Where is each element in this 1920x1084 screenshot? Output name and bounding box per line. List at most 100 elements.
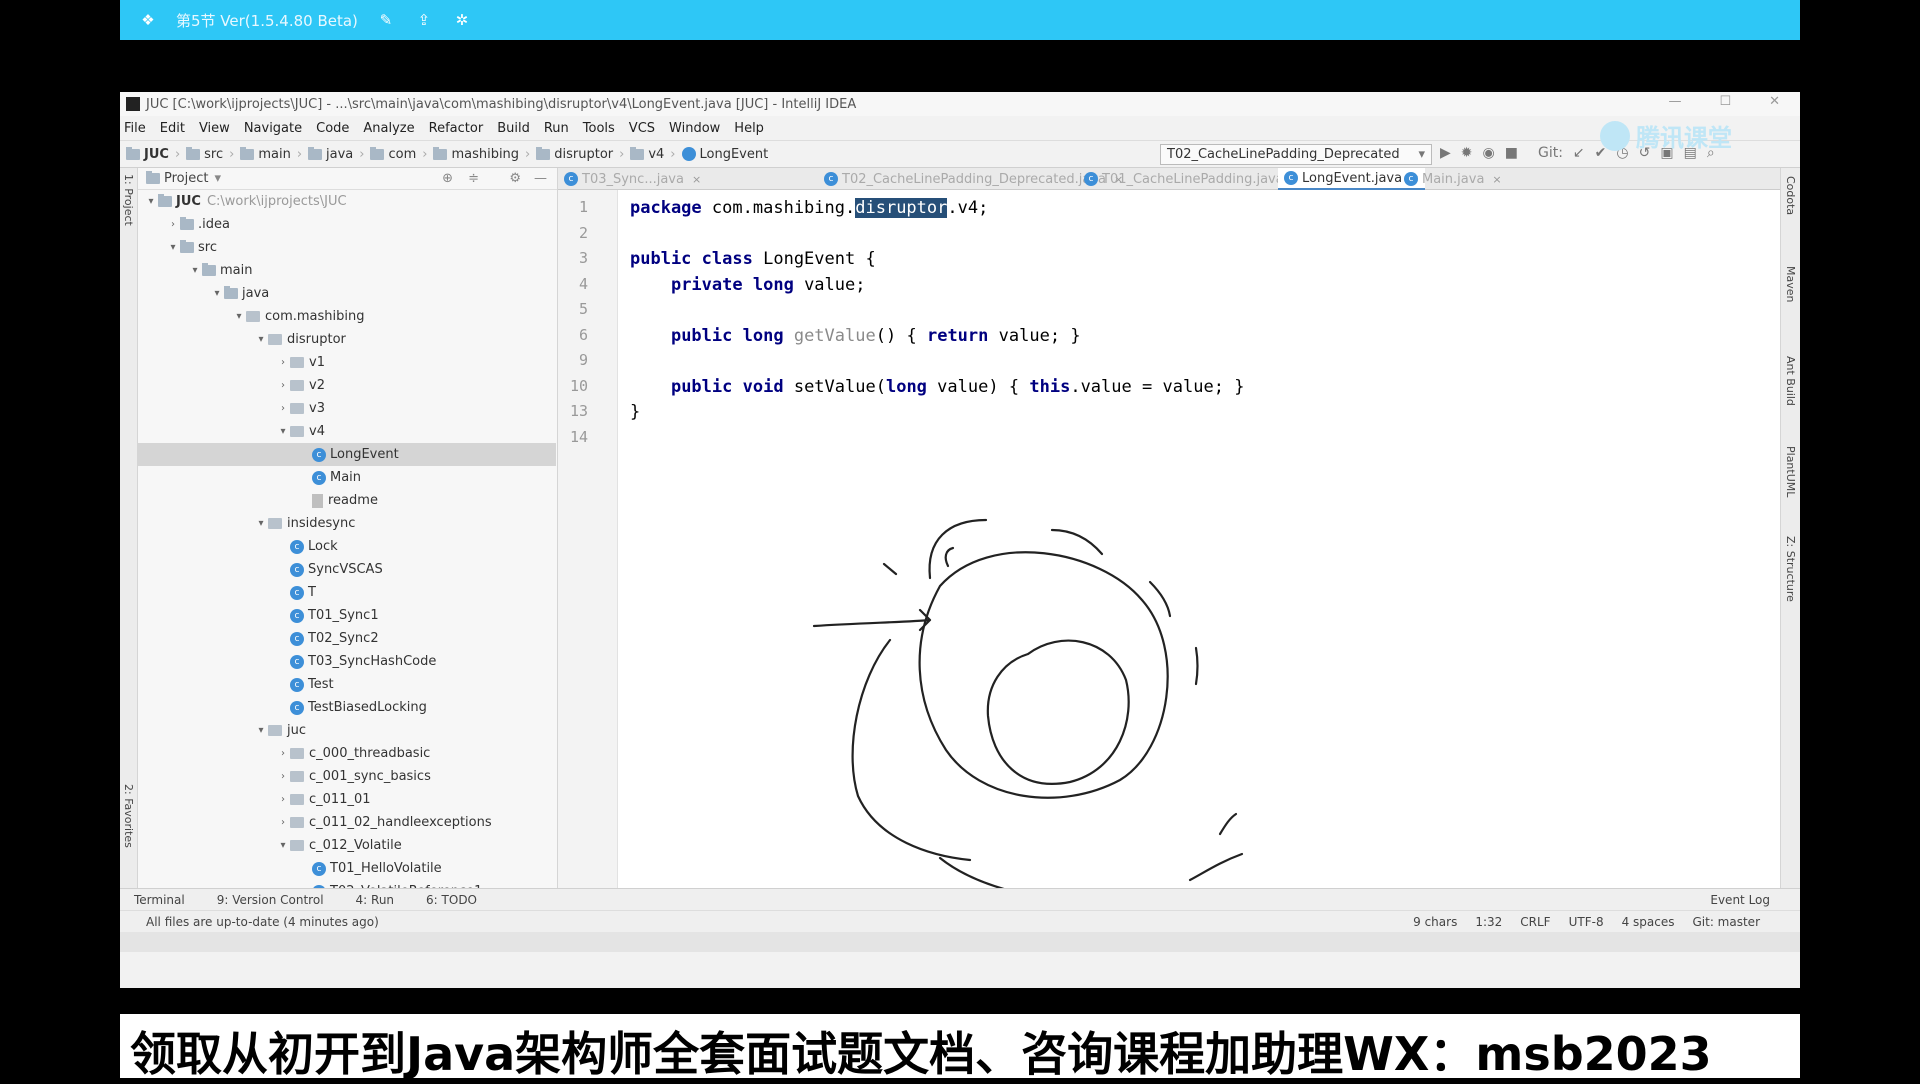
right-tool-button[interactable]: Ant Build bbox=[1784, 356, 1797, 406]
app-icon[interactable]: ❖ bbox=[138, 10, 158, 30]
menu-item[interactable]: Analyze bbox=[363, 121, 414, 136]
status-indent[interactable]: 4 spaces bbox=[1622, 915, 1675, 929]
chevron-right-icon[interactable]: › bbox=[276, 794, 290, 805]
tree-item[interactable]: ▾ main bbox=[138, 259, 556, 282]
tree-item[interactable]: ▾ src bbox=[138, 236, 556, 259]
editor-tab[interactable]: c T03_Sync...java × bbox=[558, 168, 707, 190]
breadcrumb-item[interactable]: mashibing › bbox=[433, 146, 530, 162]
right-tool-button[interactable]: Z: Structure bbox=[1784, 536, 1797, 602]
hide-panel-icon[interactable]: — bbox=[534, 171, 547, 186]
favorites-tool-button[interactable]: 2: Favorites bbox=[122, 784, 135, 848]
edit-icon[interactable]: ✎ bbox=[376, 10, 396, 30]
chevron-right-icon[interactable]: › bbox=[276, 817, 290, 828]
bottom-tool-button[interactable]: Terminal bbox=[134, 893, 185, 907]
tree-item[interactable]: ▾ com.mashibing bbox=[138, 305, 556, 328]
tree-item[interactable]: › v3 bbox=[138, 397, 556, 420]
tree-item[interactable]: c Lock bbox=[138, 535, 556, 558]
project-panel-title[interactable]: Project bbox=[164, 171, 208, 186]
chevron-down-icon[interactable]: ▾ bbox=[166, 242, 180, 253]
bottom-tool-button[interactable]: Event Log bbox=[1710, 893, 1770, 907]
right-tool-button[interactable]: Maven bbox=[1784, 266, 1797, 302]
right-tool-button[interactable]: PlantUML bbox=[1784, 446, 1797, 497]
menu-item[interactable]: File bbox=[124, 121, 146, 136]
status-line-sep[interactable]: CRLF bbox=[1520, 915, 1550, 929]
tree-item[interactable]: c T03_SyncHashCode bbox=[138, 650, 556, 673]
tree-item[interactable]: › .idea bbox=[138, 213, 556, 236]
chevron-down-icon[interactable]: ▾ bbox=[254, 518, 268, 529]
menu-item[interactable]: Window bbox=[669, 121, 720, 136]
breadcrumb-item[interactable]: JUC › bbox=[126, 146, 180, 162]
gear-icon[interactable]: ⚙ bbox=[509, 171, 521, 186]
chevron-right-icon[interactable]: › bbox=[276, 748, 290, 759]
tree-item[interactable]: › c_001_sync_basics bbox=[138, 765, 556, 788]
editor-tab[interactable]: cT01_CacheLinePadding.java× bbox=[1078, 168, 1307, 190]
collapse-all-icon[interactable]: ≑ bbox=[468, 171, 479, 186]
menu-item[interactable]: Refactor bbox=[429, 121, 484, 136]
tree-item[interactable]: ▾ java bbox=[138, 282, 556, 305]
minimize-icon[interactable]: — bbox=[1668, 94, 1681, 109]
chevron-down-icon[interactable]: ▾ bbox=[276, 840, 290, 851]
menu-item[interactable]: Build bbox=[497, 121, 530, 136]
bottom-tool-button[interactable]: 6: TODO bbox=[426, 893, 477, 907]
tree-item[interactable]: readme bbox=[138, 489, 556, 512]
chevron-down-icon[interactable]: ▾ bbox=[254, 334, 268, 345]
editor-tab[interactable]: c Main.java × bbox=[1398, 168, 1508, 190]
debug-icon[interactable]: ✹ bbox=[1461, 145, 1473, 161]
chevron-right-icon[interactable]: › bbox=[276, 771, 290, 782]
breadcrumb-item[interactable]: disruptor › bbox=[536, 146, 624, 162]
right-tool-button[interactable]: Codota bbox=[1784, 176, 1797, 215]
chevron-down-icon[interactable]: ▾ bbox=[188, 265, 202, 276]
chevron-down-icon[interactable]: ▾ bbox=[232, 311, 246, 322]
menu-item[interactable]: Run bbox=[544, 121, 569, 136]
menu-item[interactable]: Tools bbox=[583, 121, 615, 136]
chevron-down-icon[interactable]: ▾ bbox=[276, 426, 290, 437]
tree-item[interactable]: c LongEvent bbox=[138, 443, 556, 466]
breadcrumb-item[interactable]: java › bbox=[308, 146, 364, 162]
menu-item[interactable]: Edit bbox=[160, 121, 185, 136]
tree-item[interactable]: c SyncVSCAS bbox=[138, 558, 556, 581]
tree-item[interactable]: c T01_HelloVolatile bbox=[138, 857, 556, 880]
code-area[interactable]: package com.mashibing.disruptor.v4; publi… bbox=[630, 190, 1760, 888]
tree-item[interactable]: ▾ v4 bbox=[138, 420, 556, 443]
chevron-right-icon[interactable]: › bbox=[166, 219, 180, 230]
close-tab-icon[interactable]: × bbox=[1492, 173, 1501, 186]
tree-item[interactable]: c Test bbox=[138, 673, 556, 696]
breadcrumb-item[interactable]: src › bbox=[186, 146, 234, 162]
chevron-down-icon[interactable]: ▾ bbox=[144, 196, 158, 207]
chevron-down-icon[interactable]: ▾ bbox=[210, 288, 224, 299]
status-position[interactable]: 1:32 bbox=[1475, 915, 1502, 929]
chevron-down-icon[interactable]: ▾ bbox=[214, 171, 221, 186]
tree-item[interactable]: › c_011_01 bbox=[138, 788, 556, 811]
stop-icon[interactable]: ■ bbox=[1505, 145, 1518, 161]
menu-item[interactable]: Help bbox=[734, 121, 764, 136]
chevron-right-icon[interactable]: › bbox=[276, 403, 290, 414]
breadcrumb-item[interactable]: com › bbox=[370, 146, 427, 162]
chevron-down-icon[interactable]: ▾ bbox=[254, 725, 268, 736]
tree-item[interactable]: ▾ insidesync bbox=[138, 512, 556, 535]
menu-item[interactable]: VCS bbox=[629, 121, 655, 136]
bottom-tool-button[interactable]: 4: Run bbox=[356, 893, 395, 907]
tree-item[interactable]: c TestBiasedLocking bbox=[138, 696, 556, 719]
tree-item[interactable]: c Main bbox=[138, 466, 556, 489]
tree-item[interactable]: › c_011_02_handleexceptions bbox=[138, 811, 556, 834]
menu-item[interactable]: View bbox=[199, 121, 230, 136]
tree-item[interactable]: cT bbox=[138, 581, 556, 604]
tree-item[interactable]: › c_000_threadbasic bbox=[138, 742, 556, 765]
run-icon[interactable]: ▶ bbox=[1440, 145, 1451, 161]
settings-icon[interactable]: ✲ bbox=[452, 10, 472, 30]
bottom-tool-button[interactable]: 9: Version Control bbox=[217, 893, 324, 907]
breadcrumb-item[interactable]: main › bbox=[240, 146, 302, 162]
run-config-select[interactable]: T02_CacheLinePadding_Deprecated ▾ bbox=[1160, 144, 1432, 165]
tree-item[interactable]: ▾ JUC C:\work\ijprojects\JUC bbox=[138, 190, 556, 213]
breadcrumb-item[interactable]: v4 › bbox=[630, 146, 676, 162]
project-tool-button[interactable]: 1: Project bbox=[122, 174, 135, 226]
close-icon[interactable]: ✕ bbox=[1769, 94, 1780, 109]
tree-item[interactable]: ▾ juc bbox=[138, 719, 556, 742]
status-git-branch[interactable]: Git: master bbox=[1692, 915, 1760, 929]
chevron-right-icon[interactable]: › bbox=[276, 380, 290, 391]
status-encoding[interactable]: UTF-8 bbox=[1569, 915, 1604, 929]
tree-item[interactable]: c T01_Sync1 bbox=[138, 604, 556, 627]
tree-item[interactable]: › v1 bbox=[138, 351, 556, 374]
share-icon[interactable]: ⇪ bbox=[414, 10, 434, 30]
menu-item[interactable]: Navigate bbox=[244, 121, 302, 136]
